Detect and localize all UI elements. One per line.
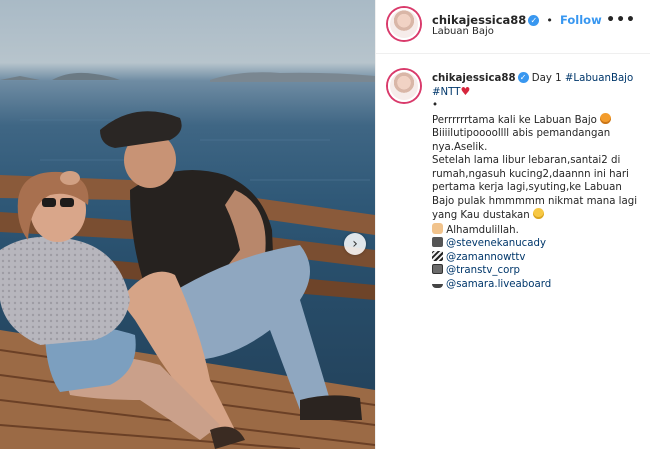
hashtag-link[interactable]: #NTT: [432, 87, 460, 98]
verified-check-icon: ✓: [528, 15, 540, 26]
caption-bullet: •: [432, 100, 439, 111]
caption-avatar[interactable]: [388, 70, 420, 102]
post-side-panel: chikajessica88 ✓ • Follow Labuan Bajo •••…: [375, 0, 650, 449]
username-link[interactable]: chikajessica88: [432, 13, 526, 27]
tiger-emoji-icon: [600, 112, 612, 124]
post-photo[interactable]: ›: [0, 0, 375, 449]
caption-username-link[interactable]: chikajessica88: [432, 73, 516, 84]
ship-icon: [432, 281, 443, 288]
hashtag-link[interactable]: #LabuanBajo: [565, 73, 633, 84]
location-link[interactable]: Labuan Bajo: [432, 26, 494, 37]
caption-text: Alhamdulillah.: [446, 224, 519, 236]
chevron-right-icon: ›: [352, 236, 358, 252]
follow-button[interactable]: Follow: [560, 13, 602, 27]
more-options-icon[interactable]: •••: [606, 12, 636, 28]
clapperboard-icon: [432, 250, 443, 261]
heart-emoji-icon: [460, 85, 470, 99]
post-header: chikajessica88 ✓ • Follow Labuan Bajo •••: [376, 0, 650, 54]
caption-text: Biiiilutipoooollll abis pemandangan nya.…: [432, 128, 611, 153]
mention-link[interactable]: @stevenekanucady: [446, 238, 546, 249]
camera-icon: [432, 237, 443, 247]
mention-link[interactable]: @samara.liveaboard: [446, 279, 551, 290]
mention-link[interactable]: @transtv_corp: [446, 265, 520, 276]
mention-link[interactable]: @zamannowttv: [446, 252, 525, 263]
caption-title-text: Day 1: [531, 73, 565, 84]
verified-check-icon: ✓: [517, 72, 529, 83]
tv-icon: [432, 264, 443, 274]
praying-hands-emoji-icon: [432, 222, 443, 234]
avatar[interactable]: [388, 8, 420, 40]
photo-illustration: [0, 72, 375, 449]
post-caption: chikajessica88✓ Day 1 #LabuanBajo #NTT •…: [432, 72, 644, 291]
next-photo-button[interactable]: ›: [344, 233, 366, 255]
laughing-emoji-icon: [533, 208, 545, 219]
caption-text: Perrrrrrtama kali ke Labuan Bajo: [432, 114, 597, 126]
separator-dot: •: [546, 14, 553, 27]
